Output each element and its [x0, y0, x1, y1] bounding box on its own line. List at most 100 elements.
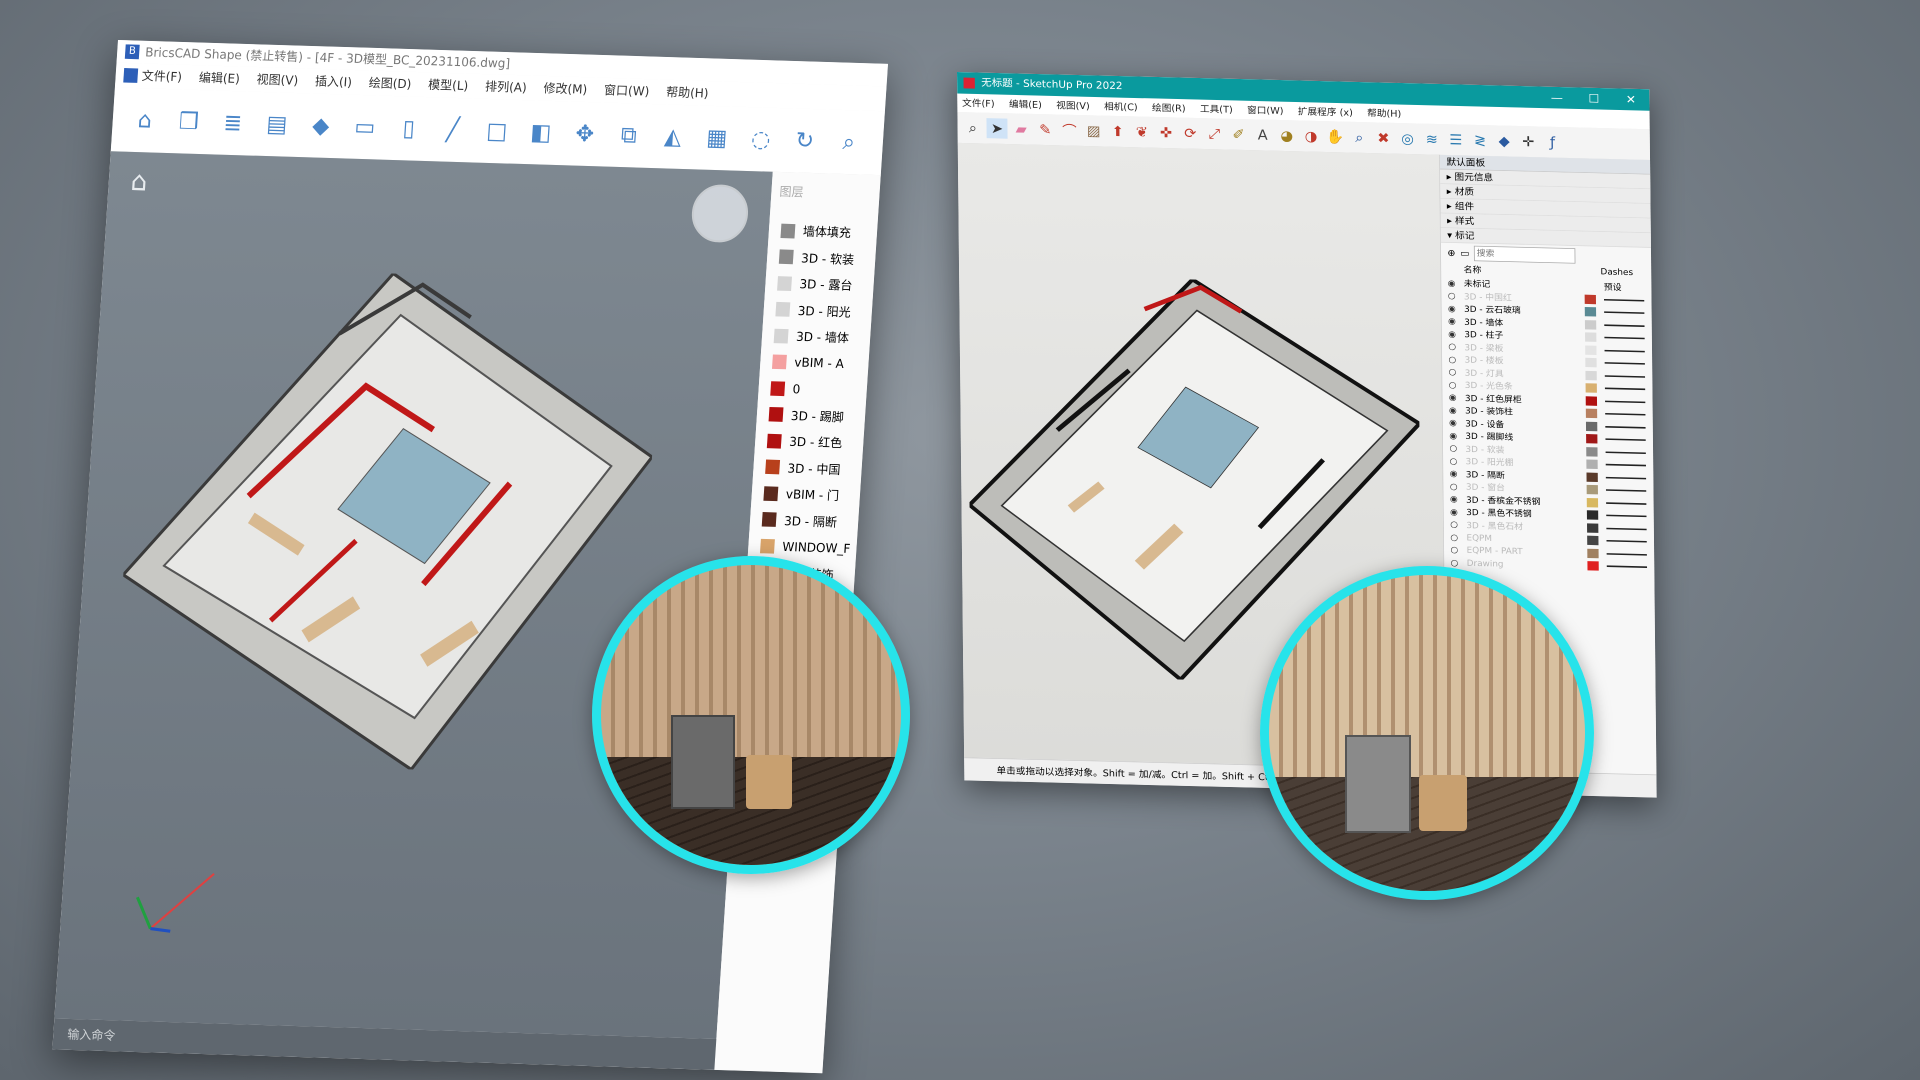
menu-arrange[interactable]: 排列(A): [485, 79, 528, 95]
home-icon[interactable]: ⌂: [126, 101, 164, 139]
zoom-extents-icon[interactable]: ✖: [1373, 128, 1394, 149]
tag-dash-line[interactable]: [1604, 311, 1645, 315]
eye-icon[interactable]: ◉: [1449, 418, 1465, 428]
layer-row[interactable]: 3D - 中国: [753, 453, 863, 483]
eye-hidden-icon[interactable]: ○: [1449, 456, 1465, 466]
layer-row[interactable]: 3D - 软装: [766, 243, 876, 273]
tag-color-swatch[interactable]: [1584, 294, 1597, 304]
tag-dash-default[interactable]: 预设: [1604, 281, 1622, 294]
layer-color-swatch[interactable]: [778, 249, 794, 265]
copy-icon[interactable]: ⧉: [610, 116, 648, 154]
viewport-home-icon[interactable]: ⌂: [130, 166, 149, 197]
tag-dash-line[interactable]: [1604, 336, 1645, 340]
layer-row[interactable]: 3D - 红色: [754, 427, 864, 457]
layers-icon[interactable]: ≋: [1421, 129, 1442, 150]
select-icon[interactable]: ➤: [986, 118, 1008, 139]
eye-hidden-icon[interactable]: ○: [1448, 342, 1464, 352]
tag-dash-line[interactable]: [1605, 463, 1646, 467]
su-menu-camera[interactable]: 相机(C): [1104, 101, 1138, 113]
layer-row[interactable]: 墙体填充: [768, 217, 878, 247]
layer-color-swatch[interactable]: [773, 328, 789, 344]
shape-icon[interactable]: ▨: [1083, 121, 1104, 142]
tag-color-swatch[interactable]: [1586, 459, 1598, 470]
layers-icon[interactable]: ≣: [214, 104, 252, 142]
tag-color-swatch[interactable]: [1584, 307, 1597, 317]
tag-color-swatch[interactable]: [1585, 282, 1596, 292]
su-menu-edit[interactable]: 编辑(E): [1009, 99, 1042, 111]
tag-dash-line[interactable]: [1605, 400, 1646, 403]
tag-color-swatch[interactable]: [1585, 332, 1597, 343]
close-button[interactable]: ✕: [1612, 88, 1649, 110]
tag-color-swatch[interactable]: [1585, 421, 1598, 432]
su-menu-extensions[interactable]: 扩展程序 (x): [1298, 106, 1353, 118]
window-icon[interactable]: ◧: [522, 113, 560, 151]
eye-icon[interactable]: ◉: [1450, 507, 1466, 517]
tag-color-swatch[interactable]: [1586, 497, 1599, 508]
eye-icon[interactable]: ◉: [1450, 469, 1466, 479]
layer-row[interactable]: 3D - 踢脚: [756, 401, 866, 431]
add-tag-icon[interactable]: ⊕: [1447, 247, 1455, 258]
axes-icon[interactable]: ✛: [1518, 131, 1539, 152]
eye-hidden-icon[interactable]: ○: [1449, 443, 1465, 453]
menu-help[interactable]: 帮助(H): [666, 85, 709, 101]
col-dashes[interactable]: Dashes: [1600, 267, 1633, 282]
tag-dash-line[interactable]: [1603, 298, 1645, 302]
tag-color-swatch[interactable]: [1585, 358, 1597, 368]
tag-color-swatch[interactable]: [1585, 370, 1597, 381]
tag-dash-line[interactable]: [1606, 540, 1647, 543]
ruby-icon[interactable]: ƒ: [1542, 132, 1563, 153]
tag-dash-line[interactable]: [1606, 514, 1647, 518]
tag-color-swatch[interactable]: [1586, 434, 1598, 444]
layer-row[interactable]: 3D - 隔断: [749, 506, 859, 536]
layer-row[interactable]: 3D - 墙体: [761, 322, 871, 352]
orbit-icon[interactable]: ◑: [1300, 126, 1321, 147]
tag-dash-line[interactable]: [1604, 375, 1646, 378]
box-icon[interactable]: ◆: [1494, 131, 1515, 152]
style-icon[interactable]: ≷: [1469, 130, 1490, 151]
eye-icon[interactable]: ◉: [1448, 316, 1464, 326]
layer-color-swatch[interactable]: [780, 223, 796, 239]
layer-color-swatch[interactable]: [768, 407, 784, 423]
tape-icon[interactable]: ✐: [1228, 124, 1249, 145]
layer-color-swatch[interactable]: [766, 433, 782, 449]
sphere-icon[interactable]: ◌: [742, 120, 780, 158]
su-menu-window[interactable]: 窗口(W): [1247, 105, 1284, 117]
layer-color-swatch[interactable]: [761, 512, 777, 528]
tag-search-input[interactable]: [1474, 245, 1576, 264]
zoom-window-icon[interactable]: ⌕: [1349, 127, 1370, 148]
eye-hidden-icon[interactable]: ○: [1450, 545, 1466, 555]
arc-icon[interactable]: ⌒: [1059, 120, 1080, 141]
cube-icon[interactable]: ❒: [170, 103, 208, 141]
tag-color-swatch[interactable]: [1587, 548, 1599, 559]
rotate-icon[interactable]: ⟳: [1180, 123, 1201, 144]
section-icon[interactable]: ◎: [1397, 128, 1418, 149]
pencil-icon[interactable]: ✎: [1035, 119, 1056, 140]
layer-color-swatch[interactable]: [770, 380, 786, 396]
eye-icon[interactable]: ◉: [1448, 278, 1464, 288]
tag-dash-line[interactable]: [1605, 489, 1647, 492]
tag-color-swatch[interactable]: [1586, 485, 1598, 495]
paint-bucket-icon[interactable]: ◕: [1276, 125, 1297, 146]
view-cube-compass[interactable]: [690, 183, 750, 244]
zoom-icon[interactable]: ⌕: [830, 123, 868, 161]
eye-hidden-icon[interactable]: ○: [1448, 354, 1464, 364]
layer-color-swatch[interactable]: [777, 275, 793, 291]
tag-dash-line[interactable]: [1605, 476, 1647, 480]
command-input[interactable]: 输入命令: [67, 1027, 116, 1043]
tag-dash-line[interactable]: [1606, 552, 1647, 556]
eraser-icon[interactable]: ▰: [1011, 119, 1032, 140]
bricscad-menu-icon[interactable]: [123, 68, 139, 83]
menu-window[interactable]: 窗口(W): [604, 83, 650, 99]
layer-row[interactable]: 0: [758, 375, 868, 405]
eye-icon[interactable]: ◉: [1449, 430, 1465, 440]
box-icon[interactable]: ◆: [302, 107, 340, 145]
eye-icon[interactable]: ◉: [1448, 329, 1464, 339]
tag-dash-line[interactable]: [1605, 413, 1646, 416]
tag-dash-line[interactable]: [1604, 349, 1645, 353]
tag-color-swatch[interactable]: [1586, 472, 1598, 482]
move-icon[interactable]: ✜: [1156, 122, 1177, 143]
array-icon[interactable]: ▦: [698, 119, 736, 157]
eye-icon[interactable]: ◉: [1449, 405, 1465, 415]
tag-dash-line[interactable]: [1605, 438, 1646, 442]
eye-hidden-icon[interactable]: ○: [1450, 519, 1466, 529]
